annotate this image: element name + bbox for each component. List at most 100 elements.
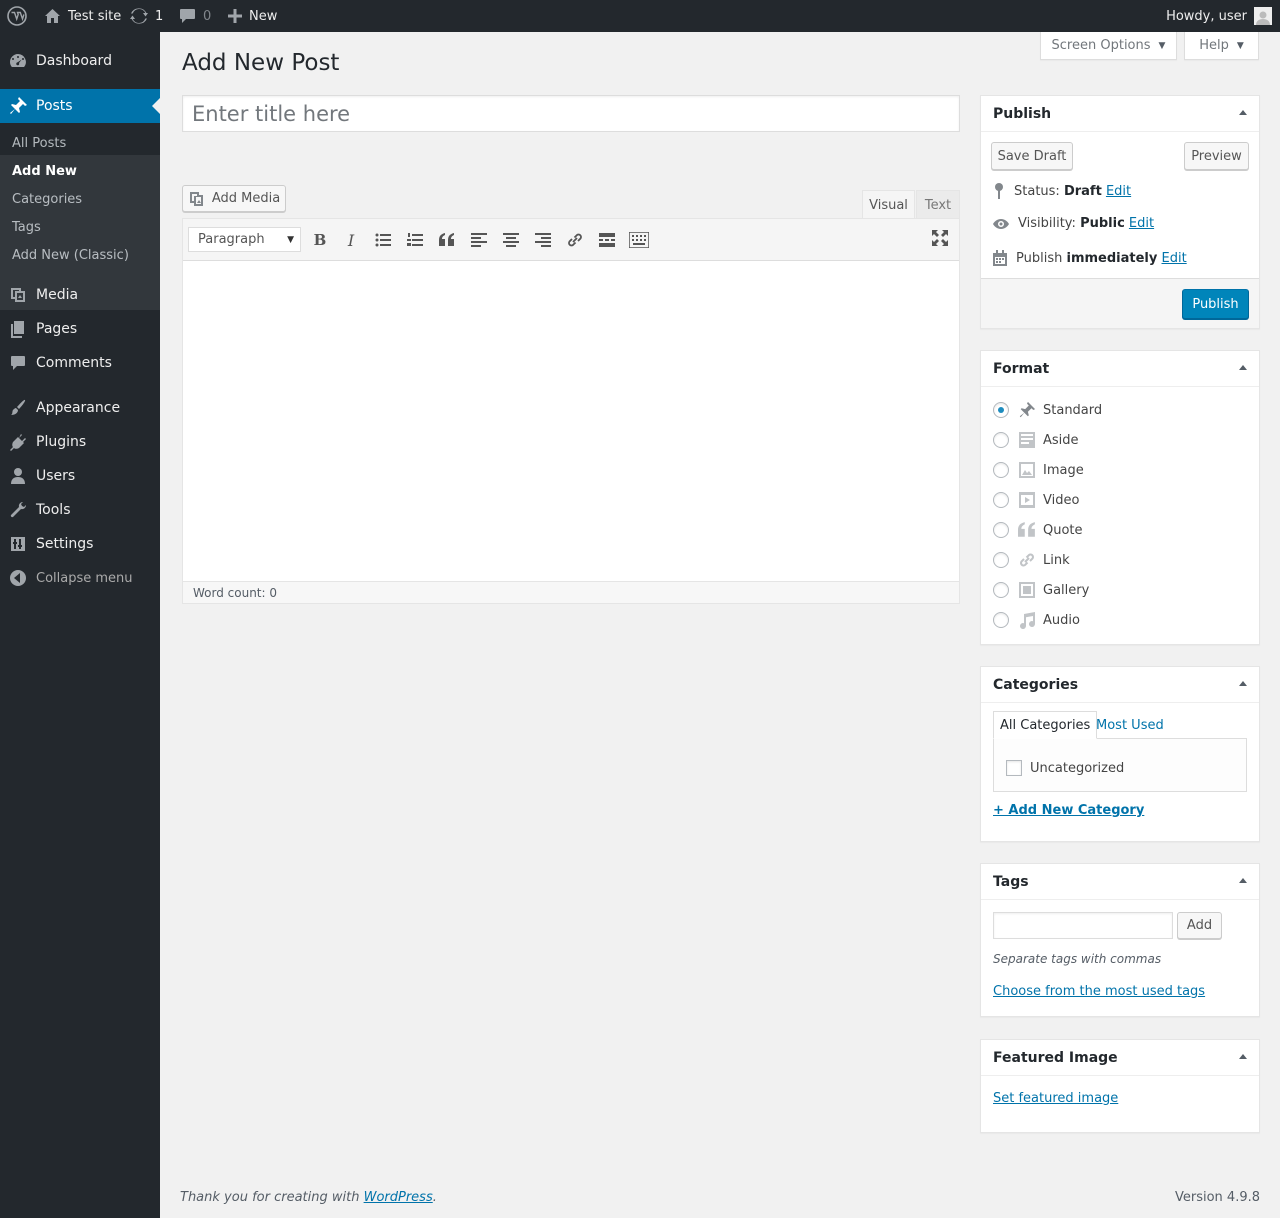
format-option-video[interactable]: Video [993,490,1079,510]
sidebar-item-comments[interactable]: Comments [0,351,160,375]
format-option-aside[interactable]: Aside [993,430,1079,450]
radio-selected[interactable] [993,402,1009,418]
help-button[interactable]: Help ▼ [1184,32,1259,60]
visibility-value: Public [1080,216,1125,231]
collapse-menu-button[interactable]: Collapse menu [0,566,160,590]
sidebar-item-dashboard[interactable]: Dashboard [0,49,160,73]
add-new-category-link[interactable]: + Add New Category [993,803,1144,818]
pages-icon [0,319,36,339]
radio[interactable] [993,432,1009,448]
radio[interactable] [993,582,1009,598]
edit-schedule-link[interactable]: Edit [1162,251,1187,266]
sidebar-item-media[interactable]: Media [0,283,160,307]
read-more-button[interactable] [595,229,619,251]
format-option-quote[interactable]: Quote [993,520,1083,540]
insert-link-button[interactable] [563,229,587,251]
collapse-arrow-icon[interactable] [1239,1054,1247,1059]
toolbar-toggle-button[interactable] [627,229,651,251]
align-left-button[interactable] [467,229,491,251]
category-checklist: Uncategorized [993,738,1247,792]
add-media-button[interactable]: Add Media [182,185,286,212]
collapse-arrow-icon[interactable] [1239,681,1247,686]
edit-status-link[interactable]: Edit [1106,184,1131,199]
tab-visual[interactable]: Visual [862,190,915,219]
radio[interactable] [993,522,1009,538]
blockquote-button[interactable] [435,229,459,251]
site-name-button[interactable]: Test site [44,0,121,32]
radio[interactable] [993,552,1009,568]
updates-button[interactable]: 1 [130,0,163,32]
collapse-arrow-icon[interactable] [1239,878,1247,883]
preview-button[interactable]: Preview [1184,142,1249,170]
eye-icon [993,218,1009,229]
tab-visual-label: Visual [869,197,908,213]
post-title-input[interactable] [182,95,960,132]
format-option-gallery[interactable]: Gallery [993,580,1089,600]
comments-button[interactable]: 0 [179,0,211,32]
format-option-label: Standard [1043,402,1103,418]
save-draft-button[interactable]: Save Draft [991,142,1073,170]
sidebar-item-label: Appearance [36,400,121,416]
add-tag-button[interactable]: Add [1177,912,1222,939]
tab-all-categories[interactable]: All Categories [993,711,1098,739]
sidebar-item-tools[interactable]: Tools [0,498,160,522]
bulleted-list-button[interactable] [371,229,395,251]
radio[interactable] [993,492,1009,508]
format-option-image[interactable]: Image [993,460,1084,480]
sidebar-item-users[interactable]: Users [0,464,160,488]
sidebar-item-label: Pages [36,321,78,337]
sidebar-item-appearance[interactable]: Appearance [0,396,160,420]
align-right-button[interactable] [531,229,555,251]
sidebar-item-posts[interactable]: Posts [0,89,160,123]
my-account-button[interactable]: Howdy, user [1166,0,1272,32]
word-count: Word count: 0 [193,585,278,600]
comments-icon [0,353,36,373]
wordpress-logo-button[interactable] [7,0,27,32]
link-icon [1017,550,1037,570]
post-status-row: Status: Draft Edit [992,182,1131,200]
wordpress-link[interactable]: WordPress [364,1190,433,1205]
sidebar-item-plugins[interactable]: Plugins [0,430,160,454]
submenu-item-categories[interactable]: Categories [12,192,82,207]
set-featured-image-link[interactable]: Set featured image [993,1091,1118,1106]
tag-input[interactable] [993,912,1173,939]
publish-button[interactable]: Publish [1182,289,1249,319]
tab-text[interactable]: Text [916,190,960,219]
format-option-standard[interactable]: Standard [993,400,1102,420]
align-center-button[interactable] [499,229,523,251]
tab-most-used[interactable]: Most Used [1090,711,1170,739]
format-select[interactable]: Paragraph ▼ [188,227,301,252]
radio[interactable] [993,612,1009,628]
sidebar-item-settings[interactable]: Settings [0,532,160,556]
plugin-icon [0,432,36,452]
category-checkbox[interactable] [1006,760,1022,776]
collapse-arrow-icon[interactable] [1239,110,1247,115]
submenu-item-add-new[interactable]: Add New [12,164,77,179]
categories-box-header[interactable]: Categories [981,667,1259,703]
new-content-button[interactable]: New [228,0,277,32]
screen-options-button[interactable]: Screen Options ▼ [1040,32,1177,60]
bold-button[interactable]: B [308,229,332,251]
collapse-arrow-icon[interactable] [1239,365,1247,370]
publish-box-header[interactable]: Publish [981,96,1259,132]
radio[interactable] [993,462,1009,478]
featured-image-box: Featured Image Set featured image [980,1039,1260,1133]
tags-box-header[interactable]: Tags [981,864,1259,900]
edit-visibility-link[interactable]: Edit [1129,216,1154,231]
submenu-item-add-new-classic[interactable]: Add New (Classic) [12,248,129,263]
format-box-header[interactable]: Format [981,351,1259,387]
submenu-item-all-posts[interactable]: All Posts [12,136,66,151]
category-item[interactable]: Uncategorized [1006,760,1124,776]
choose-most-used-tags-link[interactable]: Choose from the most used tags [993,984,1205,999]
format-option-audio[interactable]: Audio [993,610,1080,630]
visibility-row: Visibility: Public Edit [992,216,1154,231]
featured-image-box-header[interactable]: Featured Image [981,1040,1259,1076]
footer-period: . [432,1190,437,1205]
sidebar-item-pages[interactable]: Pages [0,317,160,341]
numbered-list-button[interactable] [403,229,427,251]
italic-button[interactable]: I [339,229,363,251]
fullscreen-button[interactable] [928,227,952,249]
format-option-link[interactable]: Link [993,550,1070,570]
submenu-item-tags[interactable]: Tags [12,220,41,235]
new-label: New [249,8,278,24]
